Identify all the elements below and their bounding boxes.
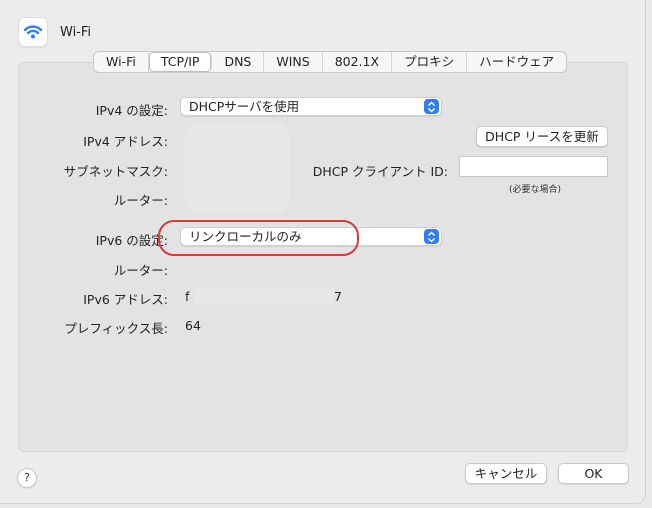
ipv4-address-label: IPv4 アドレス: — [83, 134, 168, 149]
tab-proxy[interactable]: プロキシ — [392, 52, 468, 72]
subnet-mask-label: サブネットマスク: — [63, 164, 168, 179]
renew-dhcp-lease-button[interactable]: DHCP リースを更新 — [476, 126, 608, 147]
popup-stepper-icon — [424, 99, 439, 114]
ipv4-config-label: IPv4 の設定: — [95, 103, 168, 118]
popup-stepper-icon — [424, 229, 439, 244]
help-button[interactable]: ? — [17, 468, 37, 488]
ipv6-router-label: ルーター: — [113, 263, 168, 278]
window-title: Wi-Fi — [60, 24, 92, 40]
network-settings-window: Wi-Fi Wi-Fi TCP/IP DNS WINS 802.1X プロキシ … — [0, 0, 646, 504]
ok-button[interactable]: OK — [558, 463, 629, 484]
prefix-length-label: プレフィックス長: — [64, 321, 168, 336]
tab-dns[interactable]: DNS — [212, 52, 265, 72]
required-note: (必要な場合) — [509, 185, 562, 195]
tab-wifi[interactable]: Wi-Fi — [94, 52, 149, 72]
redacted-ipv4-values — [184, 122, 290, 214]
ipv6-address-end: 7 — [334, 289, 342, 304]
tab-wins[interactable]: WINS — [264, 52, 323, 72]
tab-hardware[interactable]: ハードウェア — [467, 52, 566, 72]
highlight-annotation — [158, 220, 359, 256]
tab-8021x[interactable]: 802.1X — [323, 52, 393, 72]
ipv6-address-label: IPv6 アドレス: — [83, 292, 168, 307]
ipv4-config-value: DHCPサーバを使用 — [189, 99, 300, 114]
redacted-ipv6-address — [194, 287, 334, 303]
ipv6-address-start: f — [185, 289, 190, 304]
ipv4-config-popup[interactable]: DHCPサーバを使用 — [180, 97, 442, 116]
cancel-button[interactable]: キャンセル — [465, 463, 547, 484]
tab-bar: Wi-Fi TCP/IP DNS WINS 802.1X プロキシ ハードウェア — [93, 51, 568, 73]
ipv4-router-label: ルーター: — [113, 193, 168, 208]
window-header: Wi-Fi — [18, 16, 91, 48]
wifi-icon — [18, 17, 48, 47]
prefix-length-value: 64 — [185, 318, 201, 333]
tcpip-panel — [18, 62, 628, 452]
tab-tcpip[interactable]: TCP/IP — [148, 52, 213, 72]
dhcp-client-id-label: DHCP クライアント ID: — [312, 164, 448, 179]
dhcp-client-id-input[interactable] — [459, 156, 608, 177]
